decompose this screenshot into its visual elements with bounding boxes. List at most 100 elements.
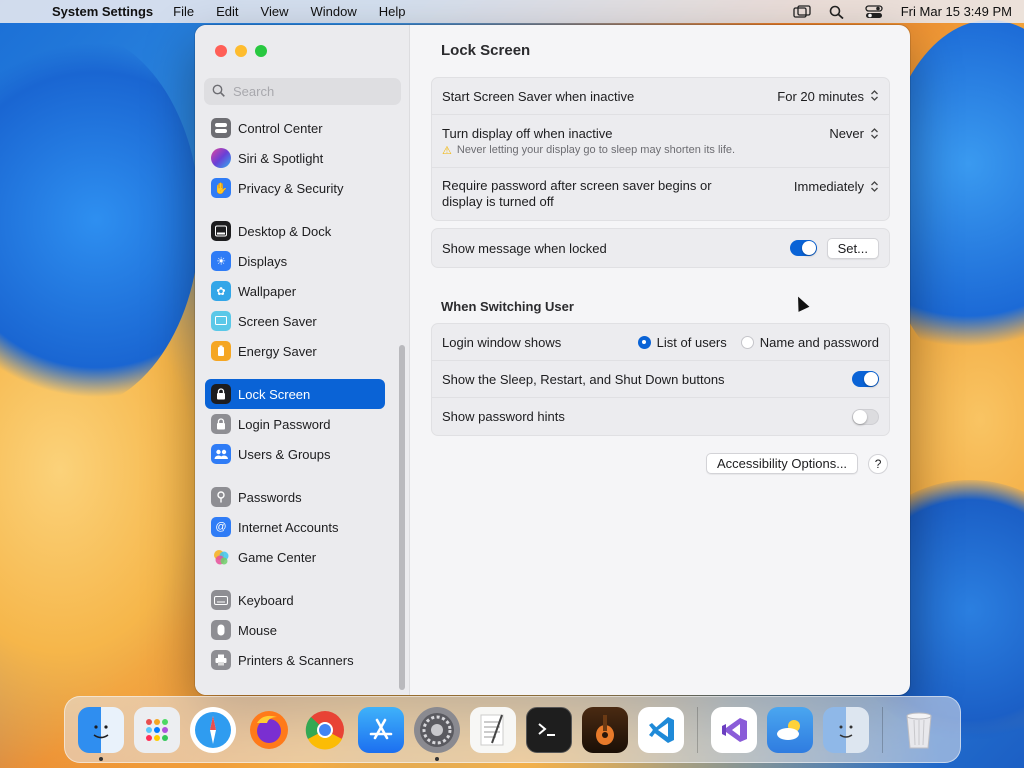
settings-content: Lock Screen Start Screen Saver when inac… [411, 25, 910, 695]
sidebar-item-mouse[interactable]: Mouse [205, 615, 385, 645]
sidebar-scrollbar[interactable] [399, 345, 405, 690]
control-center-icon[interactable] [865, 4, 883, 19]
zoom-button[interactable] [255, 45, 267, 57]
sidebar-item-internet-accounts[interactable]: @ Internet Accounts [205, 512, 385, 542]
message-panel: Show message when locked Set... [431, 228, 890, 268]
screen-mirroring-icon[interactable] [793, 4, 811, 19]
sidebar-item-label: Privacy & Security [238, 180, 344, 196]
show-message-label: Show message when locked [442, 240, 607, 256]
chevron-updown-icon [870, 180, 879, 194]
sidebar-item-wallpaper[interactable]: ✿ Wallpaper [205, 276, 385, 306]
terminal-icon[interactable] [526, 706, 572, 753]
sidebar-item-privacy-security[interactable]: ✋ Privacy & Security [205, 173, 385, 203]
sidebar-item-control-center[interactable]: Control Center [205, 113, 385, 143]
sidebar-item-label: Passwords [238, 489, 302, 505]
textedit-icon[interactable] [470, 706, 516, 753]
app-menu[interactable]: System Settings [52, 4, 153, 19]
search-icon [212, 84, 225, 100]
battery-icon [211, 341, 231, 361]
dock [64, 696, 961, 763]
screen-saver-popup[interactable]: For 20 minutes [777, 89, 879, 104]
chevron-updown-icon [870, 89, 879, 103]
radio-list-of-users[interactable]: List of users [637, 335, 727, 350]
login-window-label: Login window shows [442, 334, 562, 350]
sidebar-item-energy-saver[interactable]: Energy Saver [205, 336, 385, 366]
safari-icon[interactable] [190, 706, 236, 753]
vscode-icon[interactable] [638, 706, 684, 753]
set-message-button[interactable]: Set... [826, 237, 879, 259]
chrome-icon[interactable] [302, 707, 348, 753]
require-password-value: Immediately [793, 179, 864, 194]
sidebar-item-label: Displays [238, 253, 288, 269]
finder-icon[interactable] [78, 706, 124, 761]
radio-name-and-password[interactable]: Name and password [740, 334, 879, 350]
weather-icon[interactable] [767, 706, 813, 753]
sidebar: Search Control Center Siri & Spotlight ✋… [195, 25, 410, 695]
radio-label: Name and password [759, 334, 879, 350]
close-button[interactable] [215, 45, 227, 57]
sidebar-item-displays[interactable]: ☀ Displays [205, 246, 385, 276]
menubar-clock[interactable]: Fri Mar 15 3:49 PM [901, 4, 1012, 19]
menu-edit[interactable]: Edit [216, 4, 238, 19]
sidebar-item-label: Control Center [238, 120, 323, 136]
menu-file[interactable]: File [173, 4, 194, 19]
sidebar-item-label: Wallpaper [238, 283, 297, 299]
search-field[interactable]: Search [204, 78, 401, 105]
password-hints-row: Show password hints [432, 398, 889, 435]
display-off-popup[interactable]: Never [829, 126, 879, 141]
accessibility-options-button[interactable]: Accessibility Options... [706, 453, 859, 474]
lock-icon [211, 384, 231, 404]
hand-icon: ✋ [211, 178, 231, 198]
dock-separator [697, 706, 698, 753]
warning-icon: ⚠ [442, 144, 452, 157]
show-message-toggle[interactable] [789, 240, 817, 256]
sleep-buttons-label: Show the Sleep, Restart, and Shut Down b… [442, 371, 725, 387]
sidebar-item-users-groups[interactable]: Users & Groups [205, 439, 385, 469]
display-off-value: Never [829, 126, 864, 141]
sidebar-item-login-password[interactable]: Login Password [205, 409, 385, 439]
sidebar-list: Control Center Siri & Spotlight ✋ Privac… [205, 113, 385, 675]
switching-user-heading: When Switching User [441, 299, 574, 314]
sidebar-item-label: Mouse [238, 622, 278, 638]
mouse-icon [211, 620, 231, 640]
require-password-popup[interactable]: Immediately [794, 179, 879, 194]
display-off-label: Turn display off when inactive [442, 125, 613, 141]
sidebar-item-lock-screen[interactable]: Lock Screen [205, 379, 385, 409]
sidebar-item-game-center[interactable]: Game Center [205, 542, 385, 572]
app-store-icon[interactable] [358, 706, 404, 753]
sidebar-item-screen-saver[interactable]: Screen Saver [205, 306, 385, 336]
window-controls [215, 45, 267, 57]
menu-help[interactable]: Help [379, 4, 406, 19]
radio-selected-icon [637, 335, 651, 349]
menu-view[interactable]: View [261, 4, 289, 19]
firefox-icon[interactable] [246, 707, 292, 753]
launchpad-icon[interactable] [134, 706, 180, 753]
help-button[interactable]: ? [868, 453, 889, 474]
keyboard-icon [211, 590, 231, 610]
game-center-icon [211, 547, 231, 567]
menu-window[interactable]: Window [310, 4, 356, 19]
sidebar-item-siri-spotlight[interactable]: Siri & Spotlight [205, 143, 385, 173]
spotlight-search-icon[interactable] [829, 5, 847, 19]
require-password-label: Require password after screen saver begi… [442, 178, 712, 209]
sidebar-item-label: Users & Groups [238, 446, 331, 462]
visual-studio-icon[interactable] [711, 706, 757, 753]
sidebar-item-printers-scanners[interactable]: Printers & Scanners [205, 645, 385, 675]
screen-saver-row: Start Screen Saver when inactive For 20 … [432, 78, 889, 115]
password-hints-toggle[interactable] [852, 408, 879, 425]
garageband-icon[interactable] [582, 706, 628, 753]
trash-icon[interactable] [896, 707, 942, 753]
minimize-button[interactable] [235, 45, 247, 57]
sleep-buttons-toggle[interactable] [852, 371, 879, 387]
sidebar-item-passwords[interactable]: Passwords [205, 482, 385, 512]
printer-icon [211, 650, 231, 670]
sidebar-item-keyboard[interactable]: Keyboard [205, 585, 385, 615]
control-center-icon [211, 118, 231, 138]
migration-assistant-icon[interactable] [823, 706, 869, 753]
sidebar-item-label: Energy Saver [238, 343, 317, 359]
show-message-row: Show message when locked Set... [432, 229, 889, 267]
sidebar-item-desktop-dock[interactable]: Desktop & Dock [205, 216, 385, 246]
sidebar-item-label: Screen Saver [238, 313, 317, 329]
sidebar-item-label: Desktop & Dock [238, 223, 332, 239]
system-settings-icon[interactable] [414, 706, 460, 761]
